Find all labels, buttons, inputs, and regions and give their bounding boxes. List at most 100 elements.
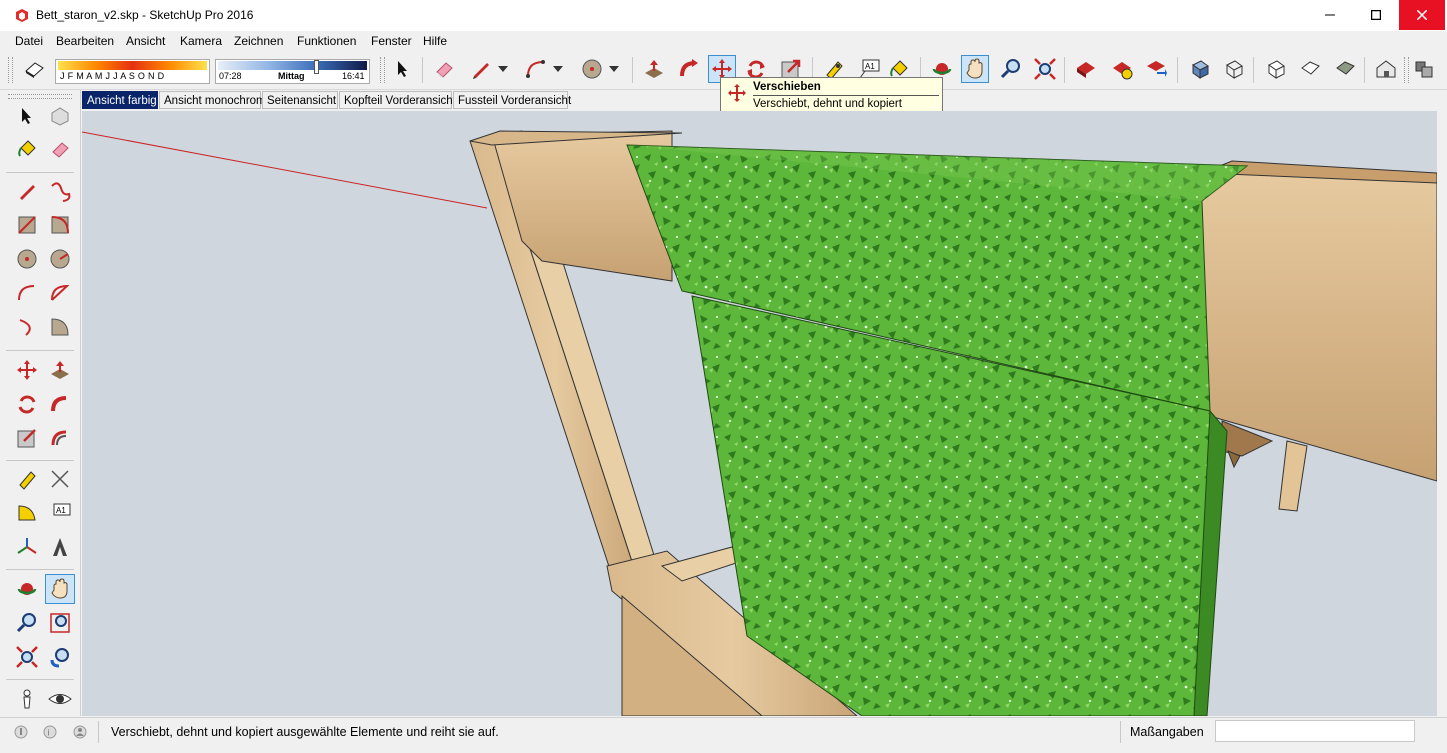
eye-icon [48, 694, 72, 704]
zoom-extents-tool-button[interactable] [1031, 55, 1059, 83]
eraser-tool-button[interactable] [45, 134, 75, 164]
follow-me-tool-button[interactable] [45, 389, 75, 419]
menu-datei[interactable]: Datei [15, 34, 43, 48]
large-tool-set: A1 [0, 90, 81, 716]
menu-fenster[interactable]: Fenster [371, 34, 412, 48]
rotate-icon [18, 395, 36, 414]
minimize-button[interactable] [1307, 0, 1353, 30]
house-view-button[interactable] [1372, 55, 1400, 83]
position-camera-tool-button[interactable] [12, 684, 42, 714]
zoom-extents-tool-button[interactable] [12, 642, 42, 672]
rectangle-tool-button[interactable] [12, 210, 42, 240]
zoom-window-tool-button[interactable] [45, 608, 75, 638]
toolbar-grip[interactable] [8, 94, 72, 99]
text-tool-button[interactable]: A1 [45, 498, 75, 528]
share-model-button[interactable] [1142, 55, 1170, 83]
tab-ansicht-farbig[interactable]: Ansicht farbig [82, 91, 158, 109]
user-account-icon[interactable] [73, 725, 87, 739]
zoom-tool-button[interactable] [997, 55, 1025, 83]
tape-measure-tool-button[interactable] [12, 464, 42, 494]
wireframe-view-button[interactable] [1220, 55, 1248, 83]
dimension-tool-button[interactable] [45, 464, 75, 494]
shadow-time-slider[interactable]: 07:28 Mittag 16:41 [215, 59, 370, 84]
offset-tool-button[interactable] [45, 423, 75, 453]
menu-zeichnen[interactable]: Zeichnen [234, 34, 283, 48]
push-pull-icon [645, 60, 663, 78]
menu-hilfe[interactable]: Hilfe [423, 34, 447, 48]
arc-tool-dropdown[interactable] [550, 55, 566, 83]
protractor-tool-button[interactable] [12, 498, 42, 528]
model-viewport[interactable] [82, 111, 1437, 716]
tab-fussteil-vorderansicht[interactable]: Fussteil Vorderansicht [453, 91, 571, 109]
maximize-button[interactable] [1353, 0, 1399, 30]
xray-view-button[interactable] [1262, 55, 1290, 83]
follow-me-tool-button[interactable] [675, 55, 703, 83]
3d-text-tool-button[interactable] [45, 532, 75, 562]
paint-bucket-tool-button[interactable] [12, 134, 42, 164]
pan-tool-button[interactable] [961, 55, 989, 83]
rotate-tool-button[interactable] [12, 389, 42, 419]
push-pull-tool-button[interactable] [45, 355, 75, 385]
eraser-tool-button[interactable] [430, 55, 458, 83]
arc-tool-button[interactable] [12, 278, 42, 308]
orbit-tool-button[interactable] [12, 574, 42, 604]
components-button[interactable] [1410, 55, 1438, 83]
pie-tool-button[interactable] [45, 312, 75, 342]
three-point-arc-tool-button[interactable] [12, 312, 42, 342]
menu-funktionen[interactable]: Funktionen [297, 34, 356, 48]
tab-ansicht-monochrom[interactable]: Ansicht monochrom [159, 91, 266, 109]
two-point-arc-tool-button[interactable] [45, 278, 75, 308]
3d-warehouse-button[interactable] [1072, 55, 1100, 83]
menu-bearbeiten[interactable]: Bearbeiten [56, 34, 114, 48]
tab-kopfteil-vorderansicht[interactable]: Kopfteil Vorderansicht [339, 91, 456, 109]
toolbar-grip[interactable] [8, 57, 13, 83]
measurements-input[interactable] [1215, 720, 1415, 742]
previous-view-button[interactable] [45, 642, 75, 672]
warehouse-icon [1077, 62, 1095, 78]
push-pull-tool-button[interactable] [640, 55, 668, 83]
previous-view-icon [50, 648, 69, 668]
look-around-tool-button[interactable] [45, 684, 75, 714]
cursor-arrow-icon [22, 108, 31, 124]
shape-tool-button[interactable] [578, 55, 606, 83]
rotated-rectangle-tool-button[interactable] [45, 210, 75, 240]
menu-kamera[interactable]: Kamera [180, 34, 222, 48]
credits-icon[interactable]: i [43, 725, 57, 739]
circle-tool-button[interactable] [12, 244, 42, 274]
shaded-view-button[interactable] [1331, 55, 1359, 83]
protractor-icon [18, 505, 36, 521]
magnifier-icon [1000, 59, 1020, 79]
toolbar-grip[interactable] [380, 57, 385, 83]
shadow-toggle-button[interactable] [20, 55, 48, 83]
select-tool-button[interactable] [12, 101, 42, 131]
shape-tool-dropdown[interactable] [606, 55, 622, 83]
arc-tool-button[interactable] [522, 55, 550, 83]
menu-ansicht[interactable]: Ansicht [126, 34, 165, 48]
extension-warehouse-button[interactable] [1108, 55, 1136, 83]
axes-tool-button[interactable] [12, 532, 42, 562]
move-tool-button[interactable] [12, 355, 42, 385]
menu-bar: Datei Bearbeiten Ansicht Kamera Zeichnen… [0, 31, 1447, 51]
hidden-line-view-button[interactable] [1296, 55, 1324, 83]
shaded-cube-icon [1336, 61, 1355, 75]
select-tool-button[interactable] [389, 55, 417, 83]
iso-view-button[interactable] [1186, 55, 1214, 83]
geolocation-icon[interactable] [14, 725, 28, 739]
tab-seitenansicht[interactable]: Seitenansicht [262, 91, 338, 109]
scale-tool-button[interactable] [12, 423, 42, 453]
close-button[interactable] [1399, 0, 1445, 30]
shadow-month-slider[interactable]: J F M A M J J A S O N D [55, 59, 210, 84]
line-tool-dropdown[interactable] [495, 55, 511, 83]
line-tool-button[interactable] [467, 55, 495, 83]
freehand-tool-button[interactable] [45, 176, 75, 206]
toolbar-grip[interactable] [1404, 57, 1409, 83]
line-tool-button[interactable] [12, 176, 42, 206]
hidden-line-cube-icon [1301, 61, 1320, 75]
pan-tool-button[interactable] [45, 574, 75, 604]
polygon-tool-button[interactable] [45, 244, 75, 274]
window-title: Bett_staron_v2.skp - SketchUp Pro 2016 [36, 8, 254, 22]
zoom-tool-button[interactable] [12, 608, 42, 638]
make-component-button[interactable] [45, 101, 75, 131]
time-slider-thumb[interactable] [314, 60, 319, 74]
extension-warehouse-icon [1113, 62, 1133, 80]
